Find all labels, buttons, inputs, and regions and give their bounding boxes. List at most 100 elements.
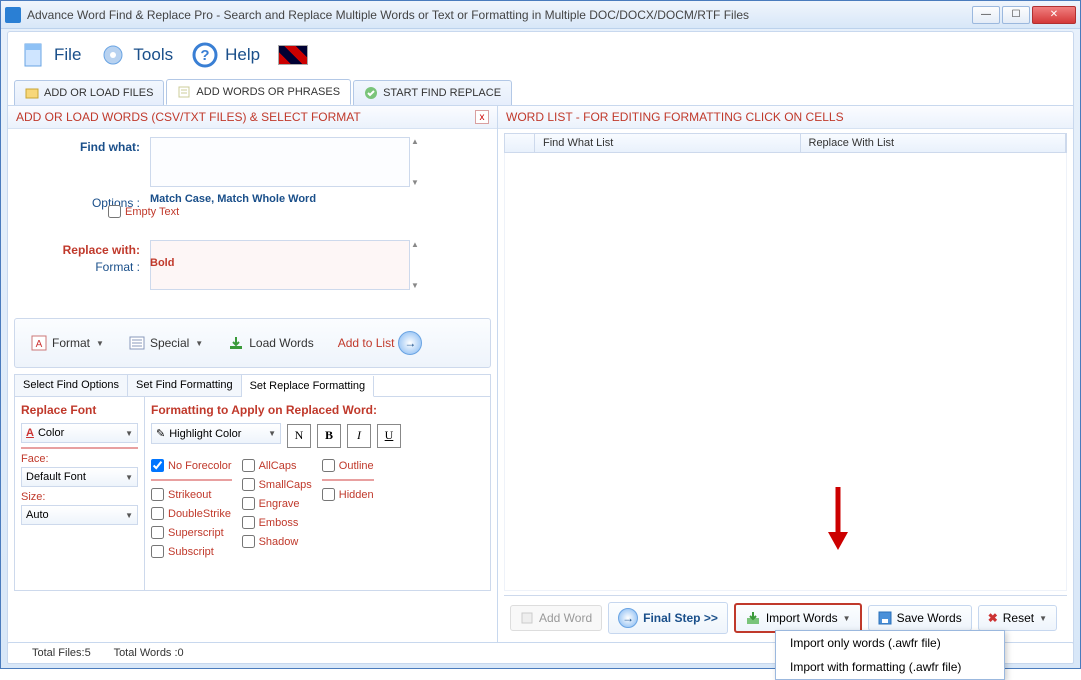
menu-help-label: Help xyxy=(225,45,260,65)
format-value: Bold xyxy=(150,257,174,269)
format-dropdown[interactable]: A Format▼ xyxy=(21,328,113,358)
mid-toolbar: A Format▼ Special▼ Load Words Add to Lis… xyxy=(14,318,491,368)
tab-add-words[interactable]: ADD WORDS OR PHRASES xyxy=(166,79,351,105)
menu-tools[interactable]: Tools xyxy=(99,41,173,69)
right-panel-title: WORD LIST - FOR EDITING FORMATTING CLICK… xyxy=(506,110,844,124)
tab-add-files-label: ADD OR LOAD FILES xyxy=(44,87,153,99)
size-value: Auto xyxy=(26,509,49,521)
bold-button[interactable]: B xyxy=(317,424,341,448)
status-files: Total Files:5 xyxy=(32,647,91,659)
word-list-header: Find What List Replace With List xyxy=(504,133,1067,153)
window-buttons: — ☐ ✕ xyxy=(972,6,1076,24)
save-words-button[interactable]: Save Words xyxy=(868,605,972,631)
special-label: Special xyxy=(150,336,189,350)
smallcaps-checkbox[interactable]: SmallCaps xyxy=(242,478,312,491)
word-list: Find What List Replace With List xyxy=(498,129,1073,591)
add-icon xyxy=(520,611,534,625)
reset-dropdown[interactable]: ✖ Reset▼ xyxy=(978,605,1057,631)
file-icon xyxy=(20,41,48,69)
app-window: Advance Word Find & Replace Pro - Search… xyxy=(0,0,1081,669)
allcaps-checkbox[interactable]: AllCaps xyxy=(242,459,312,472)
normal-button[interactable]: N xyxy=(287,424,311,448)
load-icon xyxy=(227,334,245,352)
sub-tab-bar: Select Find Options Set Find Formatting … xyxy=(14,374,491,396)
face-value: Default Font xyxy=(26,471,86,483)
menu-file[interactable]: File xyxy=(20,41,81,69)
underline-button[interactable]: U xyxy=(377,424,401,448)
find-column-header[interactable]: Find What List xyxy=(535,134,801,152)
color-dropdown[interactable]: AColor▼ xyxy=(21,423,138,443)
menu-language[interactable] xyxy=(278,45,308,65)
svg-text:?: ? xyxy=(201,47,210,64)
gear-icon xyxy=(99,41,127,69)
minimize-button[interactable]: — xyxy=(972,6,1000,24)
face-dropdown[interactable]: Default Font▼ xyxy=(21,467,138,487)
strikeout-checkbox[interactable]: Strikeout xyxy=(151,488,232,501)
superscript-checkbox[interactable]: Superscript xyxy=(151,526,232,539)
replace-font-header: Replace Font xyxy=(21,403,138,417)
import-words-dropdown[interactable]: Import Words▼ xyxy=(734,603,862,633)
panel-close-icon[interactable]: x xyxy=(475,110,489,124)
emboss-checkbox[interactable]: Emboss xyxy=(242,516,312,529)
content-area: ADD OR LOAD WORDS (CSV/TXT FILES) & SELE… xyxy=(7,105,1074,645)
add-to-list-button[interactable]: Add to List → xyxy=(329,325,432,361)
svg-text:A: A xyxy=(36,339,43,350)
special-dropdown[interactable]: Special▼ xyxy=(119,328,212,358)
left-panel-title: ADD OR LOAD WORDS (CSV/TXT FILES) & SELE… xyxy=(16,110,361,124)
face-label: Face: xyxy=(21,453,138,465)
title-bar: Advance Word Find & Replace Pro - Search… xyxy=(1,1,1080,29)
add-word-button[interactable]: Add Word xyxy=(510,605,602,631)
scroll-down-icon[interactable]: ▼ xyxy=(411,281,423,290)
subtab-find-options[interactable]: Select Find Options xyxy=(15,375,128,396)
reset-label: Reset xyxy=(1003,611,1034,625)
color-label: Color xyxy=(38,427,64,439)
hidden-checkbox[interactable]: Hidden xyxy=(322,488,374,501)
replace-format-panel: Formatting to Apply on Replaced Word: ✎H… xyxy=(145,397,490,590)
subscript-checkbox[interactable]: Subscript xyxy=(151,545,232,558)
menu-tools-label: Tools xyxy=(133,45,173,65)
replace-column-header[interactable]: Replace With List xyxy=(801,134,1067,152)
scroll-down-icon[interactable]: ▼ xyxy=(411,178,423,187)
left-panel: ADD OR LOAD WORDS (CSV/TXT FILES) & SELE… xyxy=(8,106,498,644)
find-what-input[interactable] xyxy=(150,137,410,187)
outline-checkbox[interactable]: Outline xyxy=(322,459,374,472)
checkbox-column[interactable] xyxy=(505,134,535,152)
tab-start-find-replace[interactable]: START FIND REPLACE xyxy=(353,80,512,105)
noforecolor-checkbox[interactable]: No Forecolor xyxy=(151,459,232,472)
right-panel-header: WORD LIST - FOR EDITING FORMATTING CLICK… xyxy=(498,106,1073,129)
scroll-up-icon[interactable]: ▲ xyxy=(411,240,423,249)
reset-icon: ✖ xyxy=(988,611,998,625)
italic-button[interactable]: I xyxy=(347,424,371,448)
left-panel-header: ADD OR LOAD WORDS (CSV/TXT FILES) & SELE… xyxy=(8,106,497,129)
main-tab-bar: ADD OR LOAD FILES ADD WORDS OR PHRASES S… xyxy=(7,77,1074,105)
empty-text-checkbox[interactable]: Empty Text xyxy=(108,205,179,218)
engrave-checkbox[interactable]: Engrave xyxy=(242,497,312,510)
sub-content: Replace Font AColor▼ Face: Default Font▼… xyxy=(14,396,491,591)
highlight-color-dropdown[interactable]: ✎Highlight Color▼ xyxy=(151,423,281,444)
size-dropdown[interactable]: Auto▼ xyxy=(21,505,138,525)
import-only-words-item[interactable]: Import only words (.awfr file) xyxy=(776,631,1004,655)
format-label: Format : xyxy=(20,257,150,274)
import-with-formatting-item[interactable]: Import with formatting (.awfr file) xyxy=(776,655,1004,679)
size-label: Size: xyxy=(21,491,138,503)
maximize-button[interactable]: ☐ xyxy=(1002,6,1030,24)
format-icon: A xyxy=(30,334,48,352)
tab-add-files[interactable]: ADD OR LOAD FILES xyxy=(14,80,164,105)
arrow-right-icon: → xyxy=(398,331,422,355)
doublestrike-checkbox[interactable]: DoubleStrike xyxy=(151,507,232,520)
close-button[interactable]: ✕ xyxy=(1032,6,1076,24)
replace-with-input[interactable] xyxy=(150,240,410,290)
options-value: Match Case, Match Whole Word xyxy=(150,193,316,205)
scroll-up-icon[interactable]: ▲ xyxy=(411,137,423,146)
final-step-button[interactable]: → Final Step >> xyxy=(608,602,728,634)
menu-help[interactable]: ? Help xyxy=(191,41,260,69)
word-list-body[interactable] xyxy=(504,153,1067,591)
subtab-find-formatting[interactable]: Set Find Formatting xyxy=(128,375,242,396)
menu-file-label: File xyxy=(54,45,81,65)
shadow-checkbox[interactable]: Shadow xyxy=(242,535,312,548)
highlight-icon: ✎ xyxy=(156,427,165,440)
subtab-replace-formatting[interactable]: Set Replace Formatting xyxy=(242,376,375,397)
import-dropdown-menu: Import only words (.awfr file) Import wi… xyxy=(775,630,1005,680)
load-words-button[interactable]: Load Words xyxy=(218,328,322,358)
status-words: Total Words :0 xyxy=(114,647,184,659)
